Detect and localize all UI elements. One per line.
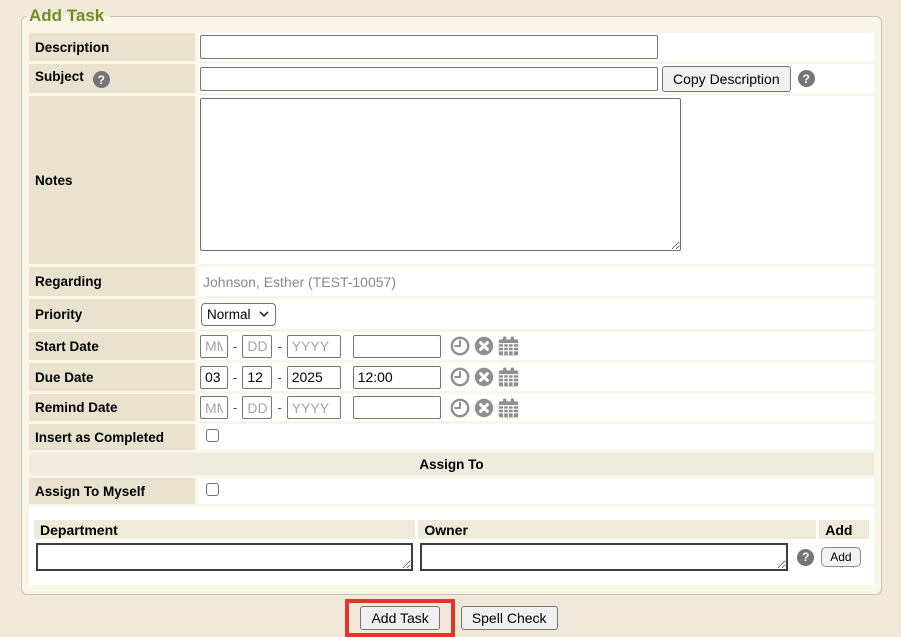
date-separator: - bbox=[233, 400, 237, 415]
priority-row: Priority Normal bbox=[29, 299, 874, 329]
assignment-table: Department Owner Add ? bbox=[31, 517, 872, 575]
assign-myself-label: Assign To Myself bbox=[29, 478, 195, 504]
regarding-row: Regarding Johnson, Esther (TEST-10057) bbox=[29, 267, 874, 296]
clear-date-icon[interactable] bbox=[474, 336, 494, 356]
calendar-icon[interactable] bbox=[498, 367, 519, 387]
copy-description-help-icon[interactable]: ? bbox=[798, 70, 815, 87]
start-date-time-input[interactable] bbox=[353, 335, 441, 358]
remind-date-month-input[interactable] bbox=[200, 396, 228, 419]
start-date-day-input[interactable] bbox=[242, 335, 272, 358]
task-form-table: Description Subject? Copy Description ? bbox=[26, 30, 877, 588]
copy-description-button[interactable]: Copy Description bbox=[662, 66, 791, 92]
clock-icon[interactable] bbox=[450, 398, 470, 418]
date-separator: - bbox=[233, 370, 237, 385]
add-task-panel: Add Task Description Subject? Copy Descr… bbox=[21, 6, 882, 595]
owner-help-icon[interactable]: ? bbox=[797, 549, 814, 566]
description-label: Description bbox=[29, 33, 195, 61]
department-header: Department bbox=[34, 520, 415, 539]
start-date-year-input[interactable] bbox=[287, 335, 341, 358]
due-date-label: Due Date bbox=[29, 363, 195, 391]
assign-myself-row: Assign To Myself bbox=[29, 478, 874, 504]
clock-icon[interactable] bbox=[450, 336, 470, 356]
subject-label: Subject bbox=[35, 69, 84, 84]
add-task-button[interactable]: Add Task bbox=[360, 606, 439, 630]
date-separator: - bbox=[233, 339, 237, 354]
due-date-day-input[interactable] bbox=[242, 366, 272, 389]
spell-check-button[interactable]: Spell Check bbox=[461, 606, 558, 630]
date-separator: - bbox=[277, 339, 281, 354]
due-date-time-input[interactable] bbox=[353, 366, 441, 389]
clear-date-icon[interactable] bbox=[474, 398, 494, 418]
assignment-input-row: ? Add bbox=[34, 542, 869, 572]
remind-date-year-input[interactable] bbox=[287, 396, 341, 419]
owner-header: Owner bbox=[418, 520, 816, 539]
assignment-header-row: Department Owner Add bbox=[34, 520, 869, 539]
chevron-down-icon bbox=[259, 311, 269, 317]
highlight-annotation: Add Task bbox=[345, 599, 454, 637]
notes-textarea[interactable] bbox=[200, 98, 681, 251]
due-date-row: Due Date - - bbox=[29, 363, 874, 391]
owner-input[interactable] bbox=[420, 543, 788, 571]
priority-selected-value: Normal bbox=[207, 307, 251, 322]
due-date-year-input[interactable] bbox=[287, 366, 341, 389]
assign-to-header-row: Assign To bbox=[29, 453, 874, 475]
add-assignment-button[interactable]: Add bbox=[821, 547, 860, 567]
remind-date-row: Remind Date - - bbox=[29, 394, 874, 421]
notes-row: Notes bbox=[29, 96, 874, 264]
regarding-label: Regarding bbox=[29, 267, 195, 296]
insert-completed-checkbox[interactable] bbox=[206, 429, 219, 442]
clear-date-icon[interactable] bbox=[474, 367, 494, 387]
subject-help-icon[interactable]: ? bbox=[93, 71, 110, 88]
assign-myself-checkbox[interactable] bbox=[206, 483, 219, 496]
start-date-month-input[interactable] bbox=[200, 335, 228, 358]
add-header: Add bbox=[819, 520, 869, 539]
start-date-row: Start Date - - bbox=[29, 332, 874, 360]
date-separator: - bbox=[277, 370, 281, 385]
remind-date-label: Remind Date bbox=[29, 394, 195, 421]
notes-label: Notes bbox=[29, 96, 195, 264]
assignment-section-row: Department Owner Add ? bbox=[29, 507, 874, 585]
insert-completed-row: Insert as Completed bbox=[29, 424, 874, 450]
assign-to-header: Assign To bbox=[29, 453, 874, 475]
page: Add Task Description Subject? Copy Descr… bbox=[0, 6, 901, 637]
clock-icon[interactable] bbox=[450, 367, 470, 387]
remind-date-time-input[interactable] bbox=[353, 396, 441, 419]
description-input[interactable] bbox=[200, 35, 658, 59]
subject-input[interactable] bbox=[200, 67, 658, 91]
start-date-label: Start Date bbox=[29, 332, 195, 360]
priority-select[interactable]: Normal bbox=[201, 303, 276, 326]
subject-row: Subject? Copy Description ? bbox=[29, 64, 874, 93]
footer-buttons: Add Task Spell Check bbox=[21, 599, 882, 637]
page-title: Add Task bbox=[27, 6, 110, 26]
insert-completed-label: Insert as Completed bbox=[29, 424, 195, 450]
calendar-icon[interactable] bbox=[498, 336, 519, 356]
due-date-month-input[interactable] bbox=[200, 366, 228, 389]
calendar-icon[interactable] bbox=[498, 398, 519, 418]
date-separator: - bbox=[277, 400, 281, 415]
regarding-value: Johnson, Esther (TEST-10057) bbox=[200, 274, 396, 290]
description-row: Description bbox=[29, 33, 874, 61]
department-input[interactable] bbox=[36, 543, 413, 571]
remind-date-day-input[interactable] bbox=[242, 396, 272, 419]
priority-label: Priority bbox=[29, 299, 195, 329]
